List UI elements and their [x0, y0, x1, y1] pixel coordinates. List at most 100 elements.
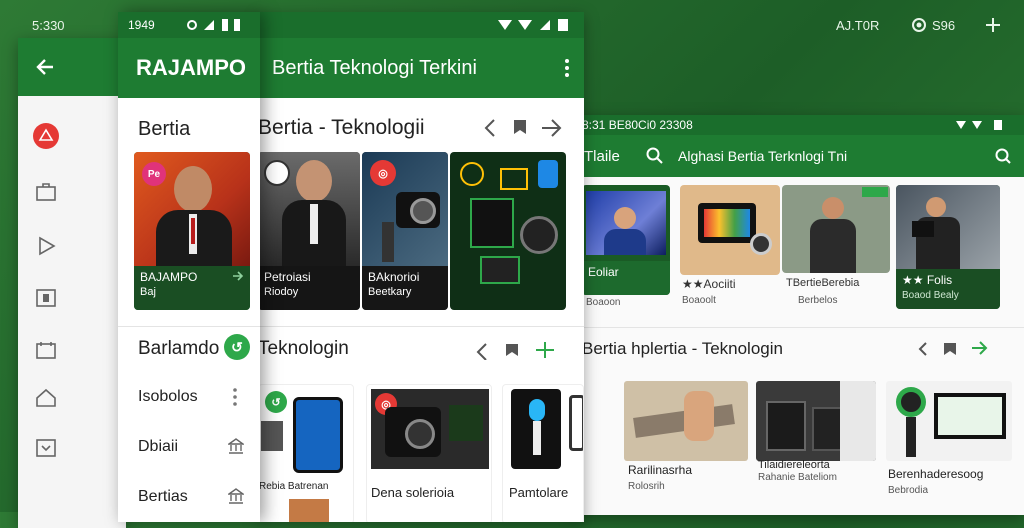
section-actions[interactable]	[474, 340, 558, 360]
menu-item-label[interactable]: Barlamdo	[138, 338, 219, 360]
card-sub: Beetkary	[368, 286, 412, 298]
search-card[interactable]	[782, 185, 890, 273]
page-title: Bertia Teknologi Terkini	[272, 56, 477, 79]
card-title: BAJAMPO	[140, 270, 198, 284]
tag-icon: ◎	[370, 160, 396, 186]
item-card[interactable]: ◎ Dena solerioia	[366, 384, 492, 522]
news-card[interactable]: ◎ BAknorioi Beetkary	[362, 152, 448, 310]
search-panel-status-time: 8:31 BE80Ci0 23308	[582, 118, 693, 132]
search-card[interactable]: ★★ Folis Boaod Bealy	[896, 185, 1000, 309]
drawer-appbar: RAJAMPO	[118, 38, 260, 98]
search-panel-appbar: Tlaile Alghasi Bertia Terknlogi Tni	[572, 135, 1024, 177]
item-title: Dena solerioia	[371, 485, 455, 500]
card-title: ★★ Folis	[902, 273, 953, 287]
item-card[interactable]: ↺ Rebia Batrenan	[258, 384, 354, 522]
search-card[interactable]	[680, 185, 780, 275]
card-caption: Eoliar	[582, 261, 670, 295]
section-actions[interactable]	[482, 116, 568, 138]
search-panel-tab[interactable]: Tlaile	[584, 148, 646, 165]
search-panel-statusbar: 8:31 BE80Ci0 23308	[572, 115, 1024, 135]
item-badge: ↺	[265, 391, 287, 413]
drawer-statusbar: 1949	[118, 12, 260, 38]
bg-status-text: AJ.T0R	[836, 17, 880, 33]
section-title: Bertia - Teknologii	[258, 116, 425, 139]
search-icon[interactable]	[646, 147, 664, 165]
calendar-icon[interactable]	[35, 340, 57, 360]
news-panel-appbar: Bertia Teknologi Terkini	[258, 38, 584, 98]
card-sub: Riodoy	[264, 286, 299, 298]
card-title: Eoliar	[588, 265, 619, 279]
play-icon[interactable]	[37, 236, 57, 256]
back-arrow-icon[interactable]	[34, 56, 56, 78]
card-title: ★★Aociiti	[682, 277, 736, 291]
item-title: Rarilinasrha	[628, 463, 693, 477]
more-vert-icon[interactable]	[232, 388, 238, 406]
item-card[interactable]: Pamtolare	[502, 384, 584, 522]
briefcase-icon[interactable]	[35, 182, 57, 202]
bookmark-icon	[514, 120, 526, 134]
left-rail-panel	[18, 38, 126, 528]
arrow-right-icon[interactable]	[232, 270, 244, 282]
card-sub: Boaoon	[586, 297, 621, 308]
section-title: Bertia	[138, 118, 191, 140]
menu-item-label[interactable]: Bertias	[138, 488, 188, 506]
search-icon-right[interactable]	[994, 147, 1012, 165]
section-title: Teknologin	[258, 338, 349, 359]
item-sub: Rahanie Bateliom	[758, 472, 837, 483]
menu-item-label[interactable]: Isobolos	[138, 388, 198, 406]
item-thumb[interactable]	[886, 381, 1012, 461]
featured-card[interactable]: Pe BAJAMPO Baj	[134, 152, 250, 310]
card-badge: Pe	[142, 162, 166, 186]
bg-status-icons: S96	[912, 14, 955, 36]
card-title: TBertieBerebia	[786, 277, 860, 289]
card-sub: Berbelos	[798, 295, 838, 306]
drawer-status-time: 1949	[128, 18, 155, 32]
forward-icon	[542, 119, 562, 137]
search-panel: 8:31 BE80Ci0 23308 Tlaile Alghasi Bertia…	[572, 115, 1024, 515]
card-caption: ★★ Folis Boaod Bealy	[896, 269, 1000, 309]
status-icons	[187, 19, 240, 31]
news-panel: Bertia Teknologi Terkini Bertia - Teknol…	[258, 12, 584, 522]
item-thumb[interactable]	[624, 381, 748, 461]
status-icons	[498, 19, 568, 31]
bg-time: 5:330	[32, 17, 65, 33]
tag-icon[interactable]	[32, 122, 60, 155]
news-card[interactable]: Petroiasi Riodoy	[258, 152, 360, 310]
news-panel-statusbar	[258, 12, 584, 38]
item-thumb[interactable]	[756, 381, 876, 461]
share-icon	[484, 119, 495, 137]
bank-icon[interactable]	[228, 488, 244, 504]
item-title: Berenhaderesoog	[888, 467, 984, 481]
drawer-panel: 1949 RAJAMPO Bertia Pe BAJAMPO Baj Barla…	[118, 12, 260, 522]
menu-item-label[interactable]: Dbiaii	[138, 438, 178, 456]
home-icon[interactable]	[35, 388, 57, 408]
item-sub: Bebrodia	[888, 485, 929, 496]
bank-icon[interactable]	[228, 438, 244, 454]
section-title: Bertia hplertia - Teknologin	[582, 339, 783, 358]
card-image	[586, 191, 666, 255]
status-icons	[956, 120, 1002, 130]
refresh-icon[interactable]: ↺	[224, 334, 250, 360]
search-input[interactable]: Alghasi Bertia Terknlogi Tni	[678, 148, 994, 164]
left-rail-appbar	[18, 38, 126, 96]
add-icon[interactable]	[984, 16, 1002, 34]
card-title: Petroiasi	[264, 270, 311, 284]
item-title: Pamtolare	[509, 485, 569, 500]
image-icon[interactable]	[35, 288, 57, 308]
card-caption: Petroiasi Riodoy	[258, 266, 360, 310]
news-card[interactable]	[450, 152, 566, 310]
card-caption: BAJAMPO Baj	[134, 266, 250, 310]
record-icon	[912, 18, 926, 32]
item-caption: Rebia Batrenan	[259, 481, 329, 492]
card-sub: Boaoolt	[682, 295, 716, 306]
more-vert-icon[interactable]	[564, 58, 570, 78]
card-sub: Baj	[140, 286, 156, 298]
bg-status-icon-text: S96	[932, 17, 956, 33]
search-card[interactable]: Eoliar	[582, 185, 670, 295]
box-icon[interactable]	[35, 438, 57, 458]
section-actions[interactable]	[914, 339, 990, 357]
card-caption: BAknorioi Beetkary	[362, 266, 448, 310]
brand-name: RAJAMPO	[136, 55, 247, 80]
item-title: Tilaidiereleorta	[758, 459, 830, 471]
card-title: BAknorioi	[368, 270, 420, 284]
